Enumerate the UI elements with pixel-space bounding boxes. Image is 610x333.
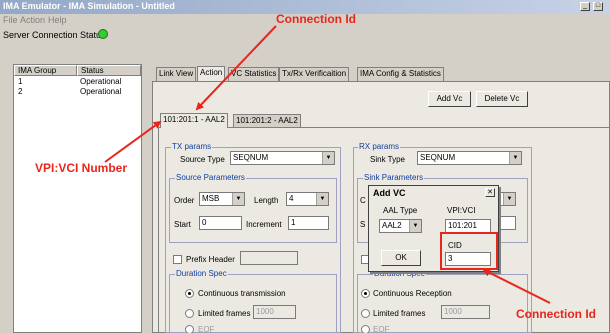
sink-parameters-legend: Sink Parameters	[363, 173, 425, 182]
rx-eof-label: EOF	[373, 325, 390, 333]
list-item-status: Operational	[80, 87, 122, 96]
cid-label: CID	[448, 241, 462, 250]
rx-limited-frames-radio[interactable]	[361, 309, 370, 318]
chevron-down-icon: ▼	[503, 193, 515, 205]
prefix-header-input[interactable]	[240, 251, 298, 265]
length-value: 4	[289, 194, 294, 203]
minimize-button[interactable]: _	[580, 2, 590, 11]
menu-help[interactable]: Help	[48, 15, 67, 25]
increment-label: Increment	[246, 220, 282, 229]
source-type-value: SEQNUM	[233, 153, 269, 162]
source-type-select[interactable]: SEQNUM ▼	[230, 151, 335, 165]
tab-link-view[interactable]: Link View	[156, 67, 197, 81]
vpivci-label: VPI:VCI	[447, 206, 476, 215]
tab-vc-2[interactable]: 101:201:2 - AAL2	[233, 114, 301, 128]
source-type-label: Source Type	[180, 155, 225, 164]
continuous-transmission-label: Continuous transmission	[198, 289, 286, 298]
order-select[interactable]: MSB ▼	[199, 192, 245, 206]
continuous-reception-label: Continuous Reception	[373, 289, 452, 298]
sink-s-label: S	[360, 220, 366, 229]
start-label: Start	[174, 220, 191, 229]
eof-label: EOF	[198, 325, 215, 333]
limited-frames-radio[interactable]	[185, 309, 194, 318]
continuous-reception-radio[interactable]	[361, 289, 370, 298]
cid-input[interactable]: 3	[445, 252, 491, 266]
chevron-down-icon: ▼	[232, 193, 244, 205]
menu-file[interactable]: File	[3, 15, 18, 25]
rx-limited-frames-input[interactable]: 1000	[441, 305, 490, 319]
annotation-vpivci-number: VPI:VCI Number	[35, 161, 128, 175]
length-label: Length	[254, 196, 279, 205]
source-parameters-group	[169, 178, 337, 243]
order-value: MSB	[202, 194, 220, 203]
annotation-connection-id-top: Connection Id	[276, 12, 356, 26]
start-input[interactable]: 0	[199, 216, 242, 230]
aal-type-select[interactable]: AAL2 ▼	[379, 219, 422, 233]
chevron-down-icon: ▼	[409, 220, 421, 232]
tx-duration-legend: Duration Spec	[175, 269, 228, 278]
server-status-label: Server Connection Status	[3, 30, 106, 40]
sink-type-select[interactable]: SEQNUM ▼	[417, 151, 522, 165]
rx-params-legend: RX params	[358, 142, 401, 151]
sink-length-select[interactable]: ▼	[500, 192, 516, 206]
rx-limited-frames-label: Limited frames	[373, 309, 426, 318]
tx-params-legend: TX params	[171, 142, 213, 151]
annotation-connection-id-bottom: Connection Id	[516, 307, 596, 321]
list-item-group[interactable]: 1	[18, 77, 22, 86]
tab-ima-config[interactable]: IMA Config & Statistics	[357, 67, 444, 81]
limited-frames-label: Limited frames	[198, 309, 251, 318]
prefix-header-label: Prefix Header	[186, 255, 235, 264]
sink-type-label: Sink Type	[370, 155, 405, 164]
aal-type-label: AAL Type	[383, 206, 418, 215]
order-label: Order	[174, 196, 195, 205]
aal-type-value: AAL2	[382, 221, 402, 230]
tab-txrx-verification[interactable]: Tx/Rx Verificaition	[279, 67, 350, 81]
prefix-header-checkbox[interactable]	[173, 255, 182, 264]
ok-button[interactable]: OK	[381, 250, 421, 266]
dialog-title: Add VC	[373, 188, 406, 198]
limited-frames-input[interactable]: 1000	[253, 305, 296, 319]
menu-action[interactable]: Action	[20, 15, 45, 25]
maximize-button[interactable]: □	[593, 2, 603, 11]
rx-eof-radio[interactable]	[361, 325, 370, 333]
eof-radio[interactable]	[185, 325, 194, 333]
list-item-status: Operational	[80, 77, 122, 86]
status-led-icon	[98, 29, 108, 39]
column-header-ima-group[interactable]: IMA Group	[14, 65, 77, 76]
sink-c-label: C	[360, 196, 366, 205]
chevron-down-icon: ▼	[316, 193, 328, 205]
continuous-transmission-radio[interactable]	[185, 289, 194, 298]
tab-action[interactable]: Action	[197, 66, 226, 81]
length-select[interactable]: 4 ▼	[286, 192, 329, 206]
add-vc-button[interactable]: Add Vc	[428, 91, 471, 107]
tab-vc-statistics[interactable]: VC Statistics	[228, 67, 280, 81]
sink-increment-input[interactable]	[500, 216, 516, 230]
tab-vc-1[interactable]: 101:201:1 - AAL2	[160, 113, 228, 128]
add-vc-dialog: Add VC ✕ AAL Type AAL2 ▼ VPI:VCI 101:201…	[368, 185, 499, 272]
tx-duration-group	[169, 274, 337, 333]
window-title: IMA Emulator - IMA Simulation - Untitled	[3, 1, 175, 11]
close-icon[interactable]: ✕	[485, 188, 495, 197]
chevron-down-icon: ▼	[322, 152, 334, 164]
ima-group-list[interactable]: IMA Group Status 1 Operational 2 Operati…	[13, 64, 142, 333]
increment-input[interactable]: 1	[288, 216, 329, 230]
sink-type-value: SEQNUM	[420, 153, 456, 162]
delete-vc-button[interactable]: Delete Vc	[476, 91, 528, 107]
vpivci-input[interactable]: 101:201	[445, 219, 491, 233]
source-parameters-legend: Source Parameters	[175, 173, 246, 182]
column-header-status[interactable]: Status	[77, 65, 141, 76]
list-item-group[interactable]: 2	[18, 87, 22, 96]
chevron-down-icon: ▼	[509, 152, 521, 164]
